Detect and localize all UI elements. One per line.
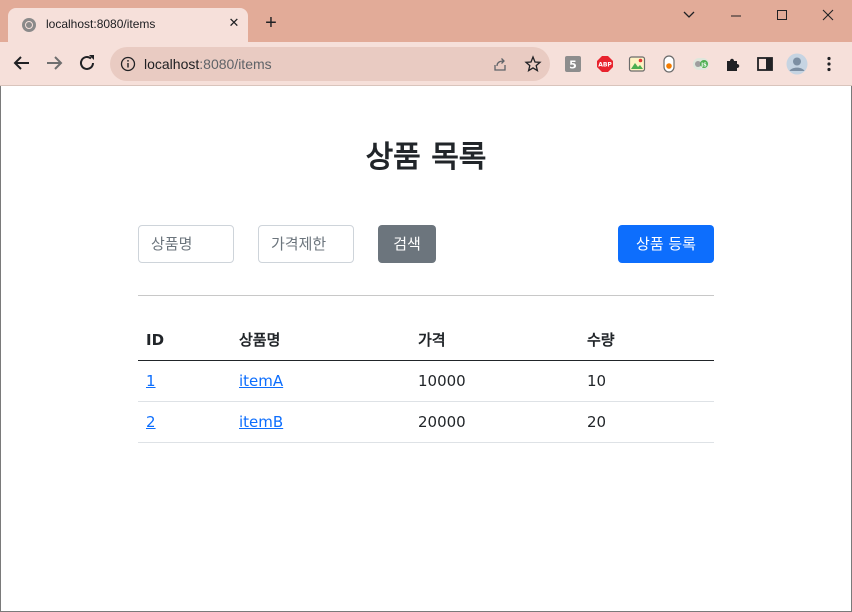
add-item-button[interactable]: 상품 등록	[618, 225, 714, 263]
browser-titlebar: localhost:8080/items ✕ +	[0, 0, 852, 42]
item-name-search-input[interactable]	[138, 225, 234, 263]
svg-text:JS: JS	[700, 62, 707, 68]
image-extension-icon[interactable]	[628, 55, 646, 73]
table-row: 1 itemA 10000 10	[138, 360, 714, 402]
close-window-icon[interactable]	[818, 6, 838, 24]
item-name-link[interactable]: itemB	[239, 413, 283, 431]
cell-price: 10000	[410, 360, 579, 402]
reload-icon[interactable]	[76, 52, 98, 74]
star-icon[interactable]	[524, 55, 542, 73]
adblock-plus-icon[interactable]: ABP	[596, 55, 614, 73]
url-path: :8080/items	[199, 56, 272, 72]
cell-name: itemB	[231, 401, 410, 443]
puzzle-icon[interactable]	[724, 55, 742, 73]
table-header-row: ID 상품명 가격 수량	[138, 320, 714, 361]
cell-quantity: 10	[579, 360, 714, 402]
info-icon[interactable]	[120, 56, 136, 72]
svg-text:ABP: ABP	[598, 62, 612, 69]
cell-price: 20000	[410, 401, 579, 443]
js-extension-icon[interactable]: JS	[692, 55, 710, 73]
max-price-search-input[interactable]	[258, 225, 354, 263]
item-name-link[interactable]: itemA	[239, 372, 283, 390]
browser-tab[interactable]: localhost:8080/items ✕	[8, 8, 248, 42]
back-arrow-icon[interactable]	[11, 52, 33, 74]
html5-extension-icon[interactable]: 5	[564, 55, 582, 73]
more-menu-icon[interactable]	[820, 55, 838, 73]
plus-icon[interactable]: +	[262, 13, 280, 33]
cell-name: itemA	[231, 360, 410, 402]
profile-avatar-icon[interactable]	[786, 53, 808, 75]
item-id-link[interactable]: 1	[146, 372, 156, 390]
divider	[138, 295, 714, 296]
address-bar[interactable]: localhost:8080/items	[110, 47, 550, 81]
column-header-price: 가격	[410, 320, 579, 361]
close-icon[interactable]: ✕	[226, 16, 242, 32]
column-header-quantity: 수량	[579, 320, 714, 361]
chevron-down-icon[interactable]	[679, 6, 699, 24]
column-header-id: ID	[138, 320, 231, 361]
minimize-icon[interactable]	[726, 6, 746, 24]
globe-icon	[22, 18, 36, 32]
maximize-icon[interactable]	[772, 6, 792, 24]
tab-title: localhost:8080/items	[46, 17, 156, 31]
share-icon[interactable]	[492, 56, 508, 72]
column-header-name: 상품명	[231, 320, 410, 361]
search-button[interactable]: 검색	[378, 225, 436, 263]
cell-id: 1	[138, 360, 231, 402]
cell-id: 2	[138, 401, 231, 443]
svg-text:5: 5	[569, 59, 577, 72]
cell-quantity: 20	[579, 401, 714, 443]
page-title: 상품 목록	[365, 140, 487, 175]
table-row: 2 itemB 20000 20	[138, 401, 714, 443]
forward-arrow-icon[interactable]	[43, 52, 65, 74]
url-host: localhost	[144, 56, 200, 72]
side-panel-icon[interactable]	[756, 55, 774, 73]
capsule-extension-icon[interactable]	[660, 55, 678, 73]
items-table: ID 상품명 가격 수량 1 itemA 10000 10 2 itemB 20…	[138, 320, 714, 443]
browser-toolbar: localhost:8080/items 5 ABP JS	[0, 42, 852, 86]
item-id-link[interactable]: 2	[146, 413, 156, 431]
url-text: localhost:8080/items	[144, 56, 272, 72]
